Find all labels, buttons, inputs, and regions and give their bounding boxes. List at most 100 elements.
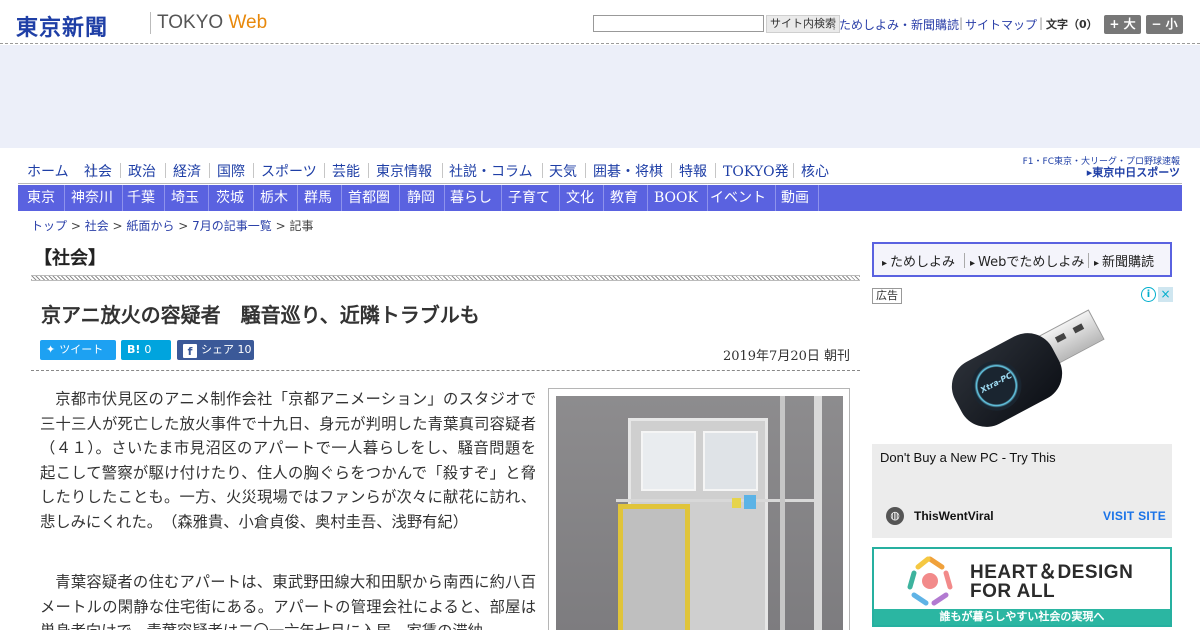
nav-economy[interactable]: 経済 (173, 161, 201, 181)
nav-go-shogi[interactable]: 囲碁・将棋 (593, 161, 663, 181)
nav-divider (585, 163, 586, 178)
font-larger-button[interactable]: + 大 (1104, 15, 1141, 34)
breadcrumb-current: 記事 (289, 219, 314, 233)
region-shutoken[interactable]: 首都圏 (339, 185, 400, 211)
site-logo[interactable]: 東京新聞 (16, 10, 108, 42)
nav-parenting[interactable]: 子育て (499, 185, 560, 211)
region-nav: 東京 神奈川 千葉 埼玉 茨城 栃木 群馬 首都圏 静岡 暮らし 子育て 文化 … (18, 185, 1182, 211)
site-header: 東京新聞 TOKYO Web サイト内検索 | ためしよみ・新聞購読 | サイト… (0, 0, 1200, 44)
chunichi-sports-banner[interactable]: F1・FC東京・大リーグ・プロ野球速報 ▸東京中日スポーツ (1022, 154, 1182, 180)
region-ibaraki[interactable]: 茨城 (207, 185, 254, 211)
promo-trial-read[interactable]: ためしよみ (882, 251, 955, 270)
nav-tokyo-info[interactable]: 東京情報 (376, 161, 432, 181)
main-nav: ホーム 社会 政治 経済 国際 スポーツ 芸能 東京情報 社説・コラム 天気 囲… (18, 157, 1182, 184)
font-size-label: 文字（0） (1046, 18, 1098, 31)
trial-subscribe-link[interactable]: ためしよみ・新聞購読 (839, 16, 959, 33)
article-headline: 京アニ放火の容疑者 騒音巡り、近隣トラブルも (41, 303, 480, 327)
breadcrumb-sep: > (174, 219, 193, 233)
region-kanagawa[interactable]: 神奈川 (62, 185, 123, 211)
breadcrumb-top[interactable]: トップ (31, 219, 67, 233)
nav-international[interactable]: 国際 (217, 161, 245, 181)
nav-divider (715, 163, 716, 178)
breadcrumb-july-list[interactable]: 7月の記事一覧 (192, 219, 272, 233)
native-ad-brand: ThisWentViral (914, 509, 994, 523)
publish-date: 2019年7月20日 朝刊 (722, 349, 850, 364)
hatena-count: 0 (144, 343, 152, 356)
article-photo-frame (548, 388, 850, 630)
nav-divider (253, 163, 254, 178)
heart-design-ad[interactable]: HEART＆DESIGN FOR ALL 誰もが暮らしやすい社会の実現へ (872, 547, 1172, 627)
nav-tokyo-hatsu[interactable]: TOKYO発 (723, 161, 789, 181)
native-ad-title[interactable]: Don't Buy a New PC - Try This (880, 450, 1056, 465)
promo-web-trial[interactable]: Webでためしよみ (970, 251, 1084, 270)
nav-entertainment[interactable]: 芸能 (332, 161, 360, 181)
sitemap-link[interactable]: サイトマップ (965, 16, 1037, 33)
region-tokyo[interactable]: 東京 (18, 185, 65, 211)
photo-yellow-frame (618, 504, 690, 630)
facebook-share-button[interactable]: f シェア 10 (177, 340, 254, 360)
hatena-bookmark-icon: B! (127, 343, 141, 356)
section-title: 【社会】 (34, 248, 106, 269)
fb-share-label: シェア (201, 343, 234, 356)
promo-divider (964, 253, 965, 268)
site-search-button[interactable]: サイト内検索 (766, 15, 840, 33)
ad-info-icon[interactable]: i (1141, 287, 1156, 302)
native-ad-card[interactable]: Don't Buy a New PC - Try This ◍ ThisWent… (872, 444, 1172, 538)
nav-events[interactable]: イベント (701, 185, 776, 211)
hatena-bookmark-button[interactable]: B! 0 (121, 340, 171, 360)
ad-choices: i × (1141, 287, 1173, 303)
header-divider: | (959, 16, 964, 30)
nav-special[interactable]: 特報 (679, 161, 707, 181)
nav-core[interactable]: 核心 (801, 161, 829, 181)
nav-divider (442, 163, 443, 178)
breadcrumb-sep: > (271, 219, 290, 233)
nav-divider (368, 163, 369, 178)
nav-divider (165, 163, 166, 178)
nav-book[interactable]: BOOK (645, 185, 708, 211)
nav-education[interactable]: 教育 (601, 185, 648, 211)
visit-site-button[interactable]: VISIT SITE (1103, 509, 1166, 523)
nav-editorial[interactable]: 社説・コラム (449, 161, 533, 181)
article-photo[interactable] (556, 396, 843, 630)
nav-divider (542, 163, 543, 178)
nav-weather[interactable]: 天気 (549, 161, 577, 181)
region-chiba[interactable]: 千葉 (118, 185, 165, 211)
site-search-input[interactable] (593, 15, 764, 32)
region-shizuoka[interactable]: 静岡 (398, 185, 445, 211)
nav-culture[interactable]: 文化 (557, 185, 604, 211)
twitter-bird-icon: ✦ (46, 343, 56, 356)
nav-home[interactable]: ホーム (27, 161, 69, 181)
region-gunma[interactable]: 群馬 (295, 185, 342, 211)
tweet-button[interactable]: ✦ ツイート (40, 340, 116, 360)
nav-politics[interactable]: 政治 (128, 161, 156, 181)
nav-divider (671, 163, 672, 178)
promo-subscribe[interactable]: 新聞購読 (1094, 251, 1154, 270)
tweet-label: ツイート (59, 343, 104, 356)
ad-close-icon[interactable]: × (1158, 287, 1173, 302)
globe-icon: ◍ (886, 507, 904, 525)
article-paragraph: 青葉容疑者の住むアパートは、東武野田線大和田駅から南西に約八百メートルの閑静な住… (40, 573, 536, 630)
heart-ad-tagline: 誰もが暮らしやすい社会の実現へ (874, 609, 1170, 625)
heart-ad-line2: FOR ALL (970, 581, 1056, 602)
logo-divider (150, 12, 151, 34)
heart-ad-line1: HEART＆DESIGN (970, 562, 1134, 583)
nav-divider (793, 163, 794, 178)
tokyo-web-logo[interactable]: TOKYO Web (157, 12, 267, 34)
breadcrumb: トップ > 社会 > 紙面から > 7月の記事一覧 > 記事 (31, 217, 313, 234)
nav-sports[interactable]: スポーツ (261, 161, 317, 181)
breadcrumb-print[interactable]: 紙面から (126, 219, 174, 233)
region-saitama[interactable]: 埼玉 (162, 185, 209, 211)
top-ad-banner[interactable] (0, 45, 1200, 148)
nav-living[interactable]: 暮らし (441, 185, 502, 211)
nav-society[interactable]: 社会 (84, 161, 112, 181)
font-smaller-button[interactable]: − 小 (1146, 15, 1183, 34)
logo-sub-prefix: TOKYO (157, 12, 224, 33)
usb-drive-ad-image[interactable]: Xtra-PC (872, 305, 1172, 443)
facebook-icon: f (183, 344, 197, 358)
promo-divider (1088, 253, 1089, 268)
heart-design-logo-icon (907, 556, 953, 606)
region-tochigi[interactable]: 栃木 (251, 185, 298, 211)
breadcrumb-society[interactable]: 社会 (85, 219, 109, 233)
logo-sub-web: Web (228, 12, 268, 33)
nav-video[interactable]: 動画 (772, 185, 819, 211)
